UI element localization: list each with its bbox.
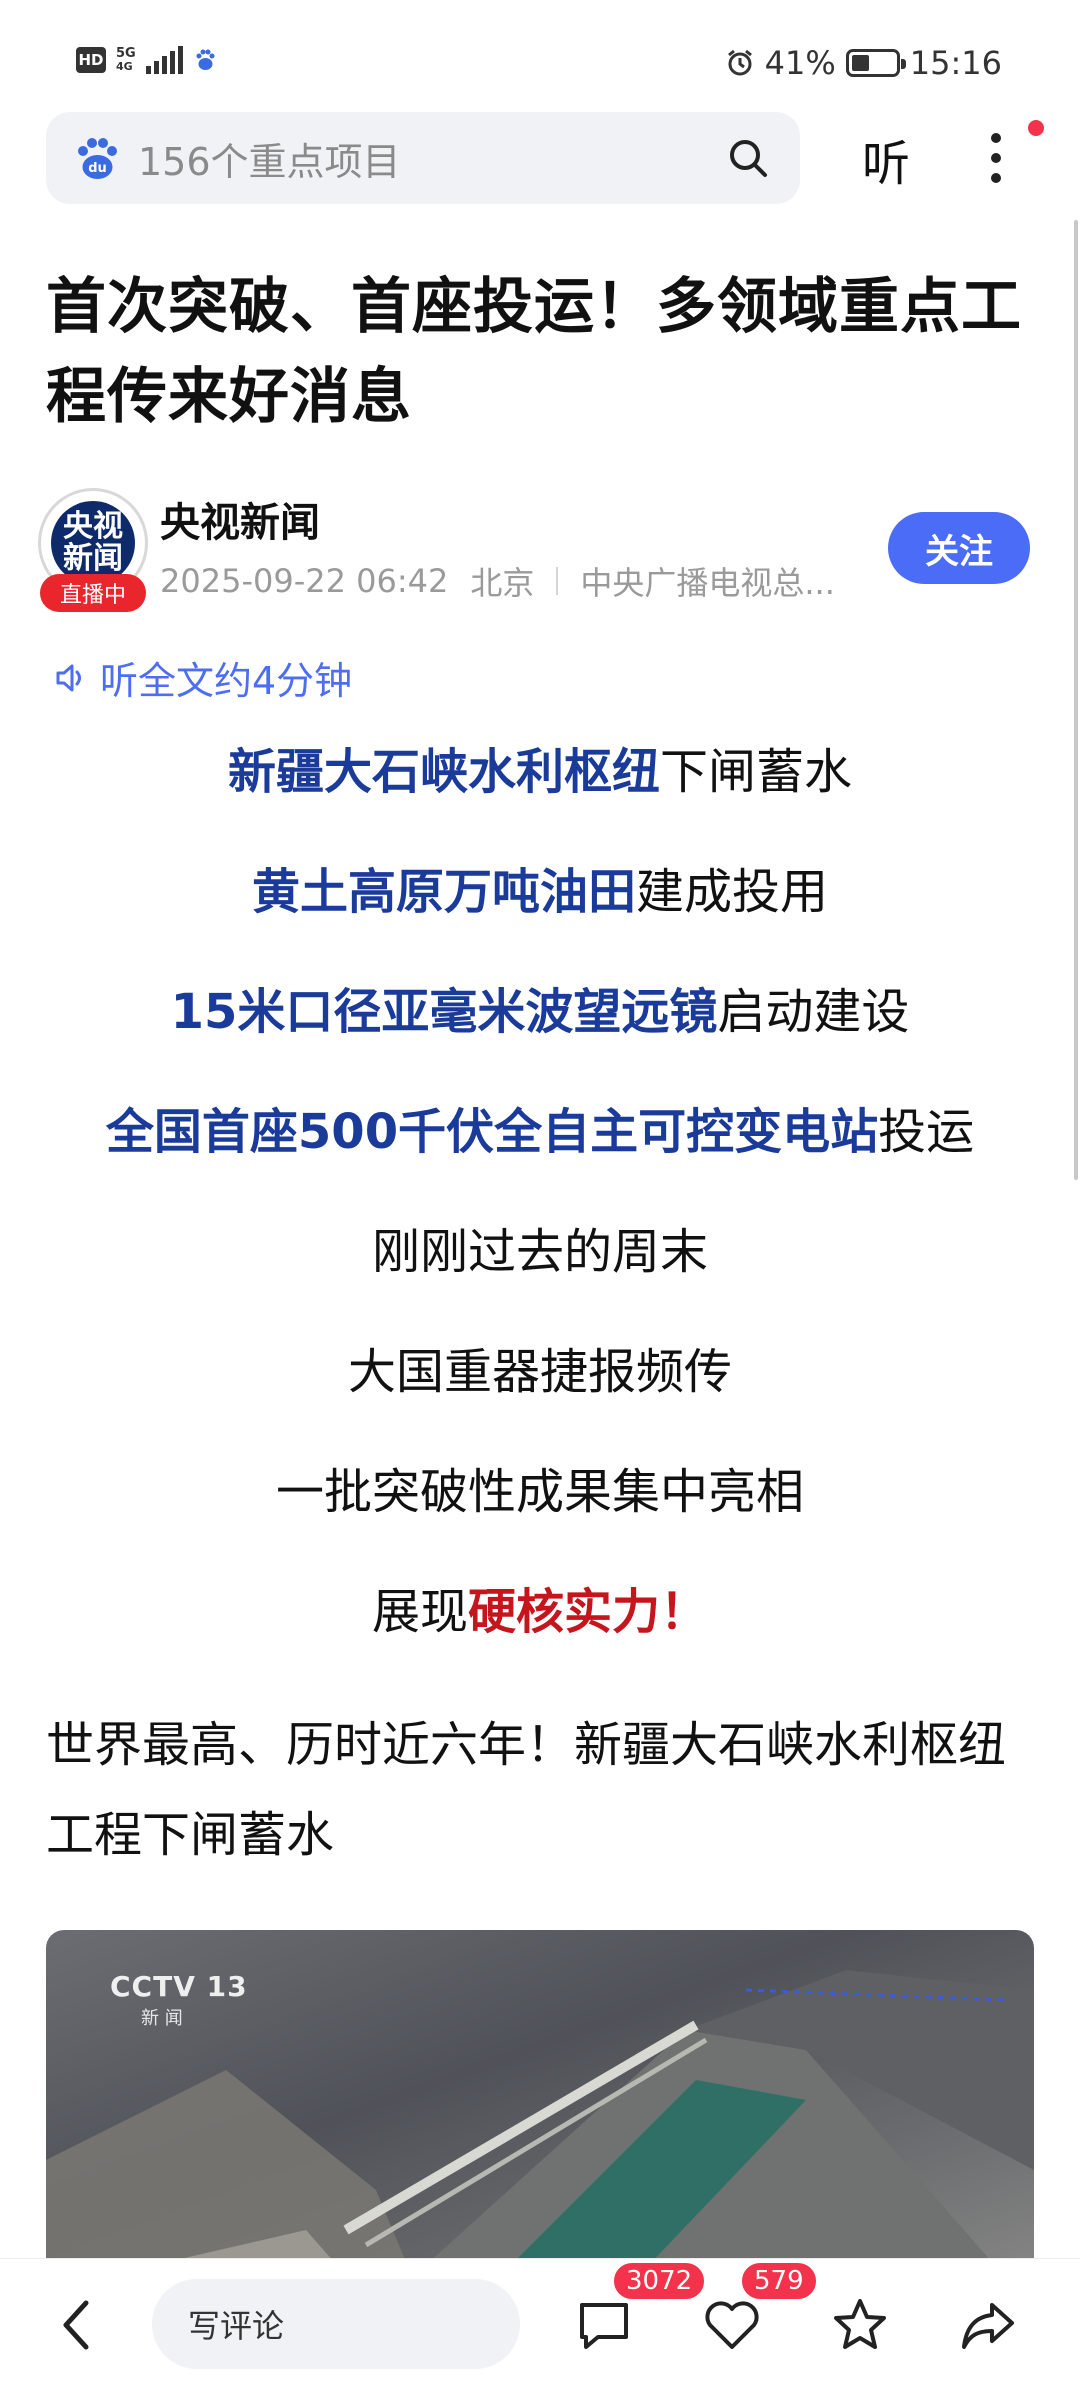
section-heading: 世界最高、历时近六年！新疆大石峡水利枢纽工程下闸蓄水 xyxy=(46,1717,1007,1863)
highlight-em: 黄土高原万吨油田 xyxy=(251,864,636,920)
highlight-rest: 投运 xyxy=(878,1104,975,1160)
comment-count-badge: 3072 xyxy=(612,2261,707,2301)
bottom-action-bar: 写评论 3072 579 xyxy=(0,2258,1080,2388)
hd-badge: HD xyxy=(76,47,106,73)
avatar-text-1: 央视 xyxy=(63,509,123,544)
highlight-line: 全国首座500千伏全自主可控变电站投运 xyxy=(0,1092,1080,1162)
alarm-icon xyxy=(727,49,752,76)
showcase-plain: 展现 xyxy=(371,1584,468,1640)
author-name[interactable]: 央视新闻 xyxy=(160,490,320,548)
comment-input[interactable]: 写评论 xyxy=(152,2279,520,2369)
highlight-line: 15米口径亚毫米波望远镜启动建设 xyxy=(0,972,1080,1042)
showcase-line: 展现硬核实力！ xyxy=(0,1572,1080,1642)
like-count-badge: 579 xyxy=(740,2261,818,2301)
search-icon[interactable] xyxy=(724,134,772,182)
speaker-icon xyxy=(56,664,81,691)
body-line: 大国重器捷报频传 xyxy=(347,1344,732,1400)
highlight-line: 新疆大石峡水利枢纽下闸蓄水 xyxy=(0,732,1080,802)
body-line: 一批突破性成果集中亮相 xyxy=(275,1464,804,1520)
baidu-logo-icon: du xyxy=(78,138,117,179)
back-icon[interactable] xyxy=(54,2295,98,2355)
publish-location: 北京 xyxy=(470,564,535,602)
baidu-paw-icon xyxy=(196,49,215,70)
meta-divider xyxy=(556,567,559,595)
notification-dot xyxy=(1028,120,1044,136)
status-left: HD 5G 4G xyxy=(76,46,217,74)
signal-icon xyxy=(145,46,183,74)
listen-full-article[interactable]: 听全文约4分钟 xyxy=(52,650,352,705)
publish-source: 中央广播电视总... xyxy=(580,564,835,602)
highlight-line: 黄土高原万吨油田建成投用 xyxy=(0,852,1080,922)
share-icon[interactable] xyxy=(958,2295,1018,2355)
follow-button[interactable]: 关注 xyxy=(888,512,1030,584)
battery-icon xyxy=(845,49,906,77)
battery-percent: 41% xyxy=(764,44,836,82)
listen-full-label: 听全文约4分钟 xyxy=(100,659,353,703)
network-label: 5G xyxy=(116,46,136,61)
showcase-em: 硬核实力！ xyxy=(468,1584,709,1640)
svg-text:du: du xyxy=(88,161,107,176)
highlight-rest: 启动建设 xyxy=(717,984,910,1040)
article-video[interactable]: CCTV 13 新 闻 xyxy=(46,1930,1034,2310)
article-title: 首次突破、首座投运！多领域重点工程传来好消息 xyxy=(46,272,1022,432)
like-icon[interactable] xyxy=(702,2295,762,2355)
status-bar: HD 5G 4G 41% 15:16 xyxy=(0,0,1080,110)
highlight-em: 新疆大石峡水利枢纽 xyxy=(227,744,660,800)
body-line: 刚刚过去的周末 xyxy=(371,1224,708,1280)
highlight-rest: 建成投用 xyxy=(636,864,829,920)
search-query: 156个重点项目 xyxy=(138,139,401,184)
cctv-channel-label: 新 闻 xyxy=(141,2008,183,2029)
publish-date: 2025-09-22 06:42 xyxy=(160,562,449,600)
clock: 15:16 xyxy=(909,44,1002,82)
highlight-em: 15米口径亚毫米波望远镜 xyxy=(170,984,718,1040)
comment-icon[interactable] xyxy=(574,2295,634,2355)
listen-button[interactable]: 听 xyxy=(862,124,910,194)
network-type: 5G 4G xyxy=(116,47,136,73)
more-options-icon[interactable] xyxy=(980,128,1020,188)
avatar-text-2: 新闻 xyxy=(63,541,123,576)
battery-fill xyxy=(851,55,869,71)
highlight-em: 全国首座500千伏全自主可控变电站 xyxy=(105,1104,879,1160)
article-meta: 2025-09-22 06:42 北京 中央广播电视总... xyxy=(160,558,835,604)
live-badge[interactable]: 直播中 xyxy=(40,574,146,612)
status-right: 41% 15:16 xyxy=(725,44,1002,82)
favorite-star-icon[interactable] xyxy=(830,2295,890,2355)
highlight-rest: 下闸蓄水 xyxy=(660,744,853,800)
comment-placeholder: 写评论 xyxy=(188,2307,285,2345)
cctv-logo: CCTV 13 xyxy=(110,1970,248,2003)
network-sub-label: 4G xyxy=(116,60,133,73)
search-bar[interactable]: du 156个重点项目 xyxy=(46,112,800,204)
